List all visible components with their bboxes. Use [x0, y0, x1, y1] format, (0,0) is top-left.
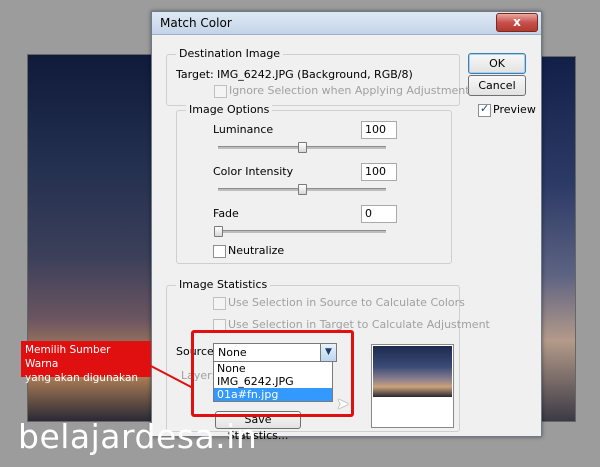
callout-arrow [150, 365, 194, 389]
callout-line1: Memilih Sumber Warna [25, 344, 111, 370]
watermark: belajardesa.in [18, 417, 258, 456]
callout-line2: yang akan digunakan [25, 372, 139, 384]
callout-box: Memilih Sumber Warna yang akan digunakan [21, 341, 151, 384]
mouse-cursor-icon: ➤ [336, 394, 350, 413]
